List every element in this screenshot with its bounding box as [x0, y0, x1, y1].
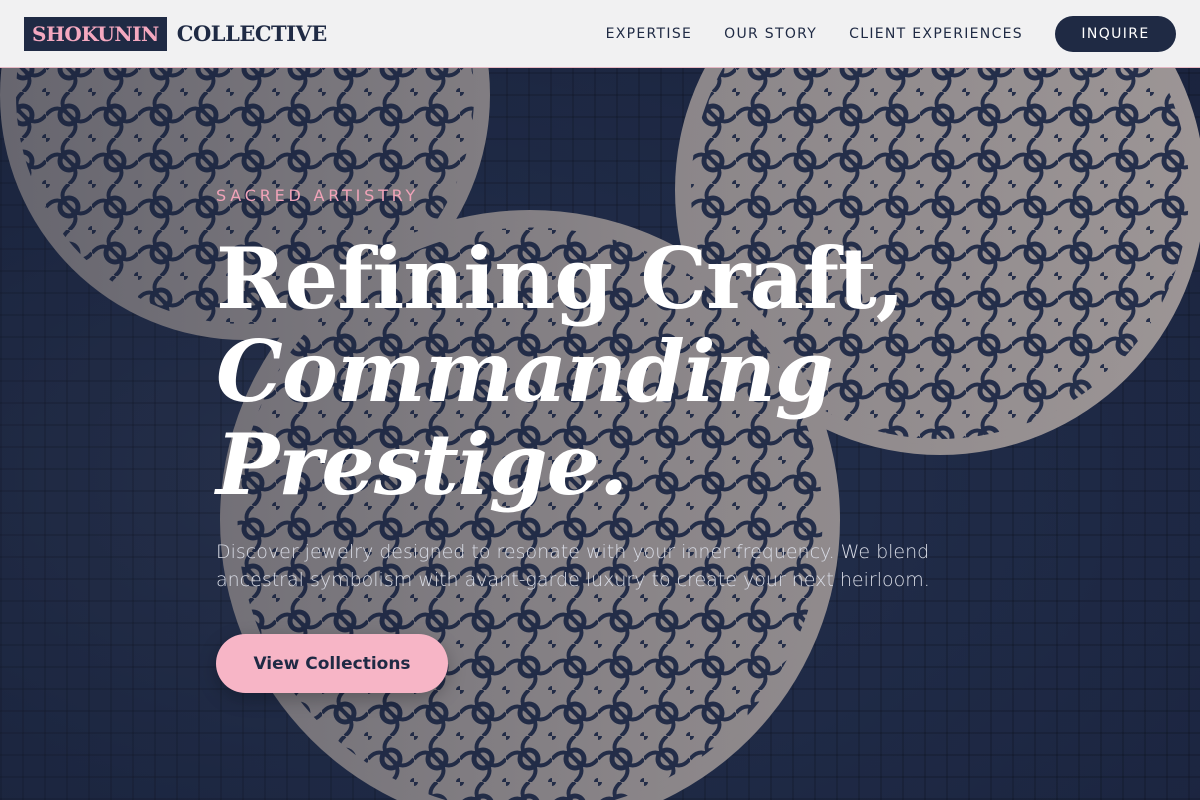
- brand-logo[interactable]: SHOKUNIN COLLECTIVE: [24, 16, 328, 51]
- hero-description: Discover jewelry designed to resonate wi…: [216, 541, 930, 591]
- hero-headline: Refining Craft, Commanding Prestige.: [216, 232, 936, 511]
- headline-line-3: Prestige.: [216, 415, 628, 514]
- inquire-button[interactable]: INQUIRE: [1055, 15, 1176, 52]
- view-collections-button[interactable]: View Collections: [216, 634, 448, 693]
- navbar: SHOKUNIN COLLECTIVE EXPERTISE OUR STORY …: [0, 0, 1200, 68]
- hero-eyebrow: SACRED ARTISTRY: [216, 186, 420, 205]
- headline-line-2: Commanding: [216, 322, 834, 421]
- primary-nav: EXPERTISE OUR STORY CLIENT EXPERIENCES I…: [606, 15, 1176, 52]
- brand-name: COLLECTIVE: [176, 21, 328, 46]
- brand-mark: SHOKUNIN: [24, 16, 167, 51]
- nav-link-client-experiences[interactable]: CLIENT EXPERIENCES: [849, 26, 1023, 42]
- nav-link-expertise[interactable]: EXPERTISE: [606, 26, 693, 42]
- nav-link-our-story[interactable]: OUR STORY: [724, 26, 817, 42]
- headline-line-1: Refining Craft,: [216, 229, 905, 328]
